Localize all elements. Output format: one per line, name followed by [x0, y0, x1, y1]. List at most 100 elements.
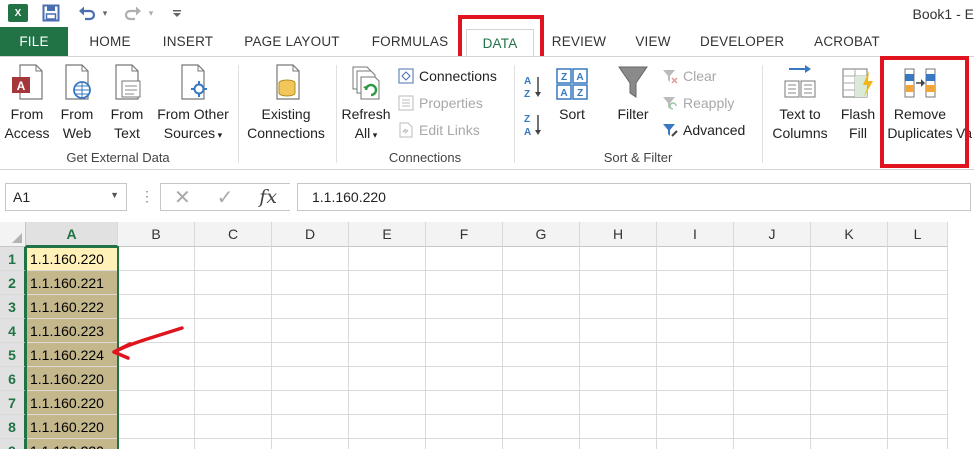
- cell-b1[interactable]: [118, 247, 195, 271]
- properties-button[interactable]: Properties: [398, 92, 483, 114]
- cell-c8[interactable]: [195, 415, 272, 439]
- cell-g3[interactable]: [503, 295, 580, 319]
- cell-f7[interactable]: [426, 391, 503, 415]
- cell-k7[interactable]: [811, 391, 888, 415]
- column-header-j[interactable]: J: [734, 222, 811, 247]
- cell-a8[interactable]: 1.1.160.220: [26, 415, 118, 439]
- cell-c6[interactable]: [195, 367, 272, 391]
- column-header-f[interactable]: F: [426, 222, 503, 247]
- row-header-3[interactable]: 3: [0, 295, 26, 319]
- cell-b6[interactable]: [118, 367, 195, 391]
- cell-a6[interactable]: 1.1.160.220: [26, 367, 118, 391]
- cell-h9[interactable]: [580, 439, 657, 449]
- cell-a7[interactable]: 1.1.160.220: [26, 391, 118, 415]
- cell-j1[interactable]: [734, 247, 811, 271]
- row-header-1[interactable]: 1: [0, 247, 26, 271]
- cell-b4[interactable]: [118, 319, 195, 343]
- sort-z-to-a-button[interactable]: ZA: [522, 111, 544, 139]
- remove-duplicates-button[interactable]: Remove Duplicates: [884, 57, 956, 143]
- chevron-down-icon[interactable]: ▼: [110, 190, 119, 200]
- column-header-a[interactable]: A: [26, 222, 118, 247]
- cell-d2[interactable]: [272, 271, 349, 295]
- column-header-h[interactable]: H: [580, 222, 657, 247]
- undo-dropdown-icon[interactable]: ▾: [100, 3, 110, 23]
- column-header-e[interactable]: E: [349, 222, 426, 247]
- column-header-c[interactable]: C: [195, 222, 272, 247]
- cell-l4[interactable]: [888, 319, 948, 343]
- data-validation-button-partial[interactable]: . Va: [956, 57, 974, 143]
- save-icon[interactable]: [42, 3, 60, 23]
- cell-g5[interactable]: [503, 343, 580, 367]
- cell-i7[interactable]: [657, 391, 734, 415]
- cell-b3[interactable]: [118, 295, 195, 319]
- cell-c4[interactable]: [195, 319, 272, 343]
- cell-h1[interactable]: [580, 247, 657, 271]
- cell-h7[interactable]: [580, 391, 657, 415]
- sort-button[interactable]: ZAAZ Sort: [552, 57, 592, 124]
- cell-d3[interactable]: [272, 295, 349, 319]
- cell-a9[interactable]: 1.1.160.220: [26, 439, 118, 449]
- redo-icon[interactable]: [124, 3, 142, 23]
- cell-e4[interactable]: [349, 319, 426, 343]
- tab-page-layout[interactable]: PAGE LAYOUT: [242, 27, 342, 56]
- row-header-4[interactable]: 4: [0, 319, 26, 343]
- cell-j8[interactable]: [734, 415, 811, 439]
- insert-function-icon[interactable]: fx: [259, 186, 277, 208]
- cell-j4[interactable]: [734, 319, 811, 343]
- row-header-8[interactable]: 8: [0, 415, 26, 439]
- cell-k9[interactable]: [811, 439, 888, 449]
- cell-j2[interactable]: [734, 271, 811, 295]
- row-header-7[interactable]: 7: [0, 391, 26, 415]
- cell-c1[interactable]: [195, 247, 272, 271]
- cell-d6[interactable]: [272, 367, 349, 391]
- cell-k1[interactable]: [811, 247, 888, 271]
- cell-l3[interactable]: [888, 295, 948, 319]
- cell-a5[interactable]: 1.1.160.224: [26, 343, 118, 367]
- cell-c5[interactable]: [195, 343, 272, 367]
- reapply-button[interactable]: Reapply: [662, 92, 734, 114]
- filter-button[interactable]: Filter: [610, 57, 656, 124]
- select-all-button[interactable]: [0, 222, 26, 247]
- cell-i1[interactable]: [657, 247, 734, 271]
- from-other-sources-button[interactable]: From Other Sources ▾: [154, 57, 232, 145]
- cell-f6[interactable]: [426, 367, 503, 391]
- column-header-l[interactable]: L: [888, 222, 948, 247]
- cell-k4[interactable]: [811, 319, 888, 343]
- cell-i3[interactable]: [657, 295, 734, 319]
- cell-b9[interactable]: [118, 439, 195, 449]
- clear-filter-button[interactable]: Clear: [662, 65, 716, 87]
- cell-a2[interactable]: 1.1.160.221: [26, 271, 118, 295]
- cell-k6[interactable]: [811, 367, 888, 391]
- tab-review[interactable]: REVIEW: [550, 27, 608, 56]
- cell-l9[interactable]: [888, 439, 948, 449]
- refresh-all-button[interactable]: Refresh All ▾: [340, 57, 392, 145]
- cell-j6[interactable]: [734, 367, 811, 391]
- cell-e6[interactable]: [349, 367, 426, 391]
- cell-f1[interactable]: [426, 247, 503, 271]
- cell-i5[interactable]: [657, 343, 734, 367]
- tab-developer[interactable]: DEVELOPER: [700, 27, 784, 56]
- existing-connections-button[interactable]: Existing Connections: [242, 57, 330, 143]
- cell-e2[interactable]: [349, 271, 426, 295]
- cell-i9[interactable]: [657, 439, 734, 449]
- cell-k5[interactable]: [811, 343, 888, 367]
- cell-f8[interactable]: [426, 415, 503, 439]
- tab-home[interactable]: HOME: [86, 27, 134, 56]
- column-header-i[interactable]: I: [657, 222, 734, 247]
- customize-qat-icon[interactable]: [172, 3, 182, 23]
- cell-h3[interactable]: [580, 295, 657, 319]
- cancel-icon[interactable]: ✕: [174, 185, 191, 210]
- column-header-g[interactable]: G: [503, 222, 580, 247]
- from-access-button[interactable]: A From Access: [4, 57, 50, 143]
- cell-g8[interactable]: [503, 415, 580, 439]
- cell-e9[interactable]: [349, 439, 426, 449]
- cell-e8[interactable]: [349, 415, 426, 439]
- from-text-button[interactable]: From Text: [106, 57, 148, 143]
- tab-formulas[interactable]: FORMULAS: [368, 27, 452, 56]
- cell-i4[interactable]: [657, 319, 734, 343]
- cell-g4[interactable]: [503, 319, 580, 343]
- cell-g1[interactable]: [503, 247, 580, 271]
- tab-data[interactable]: DATA: [466, 29, 534, 57]
- cell-l8[interactable]: [888, 415, 948, 439]
- cell-f9[interactable]: [426, 439, 503, 449]
